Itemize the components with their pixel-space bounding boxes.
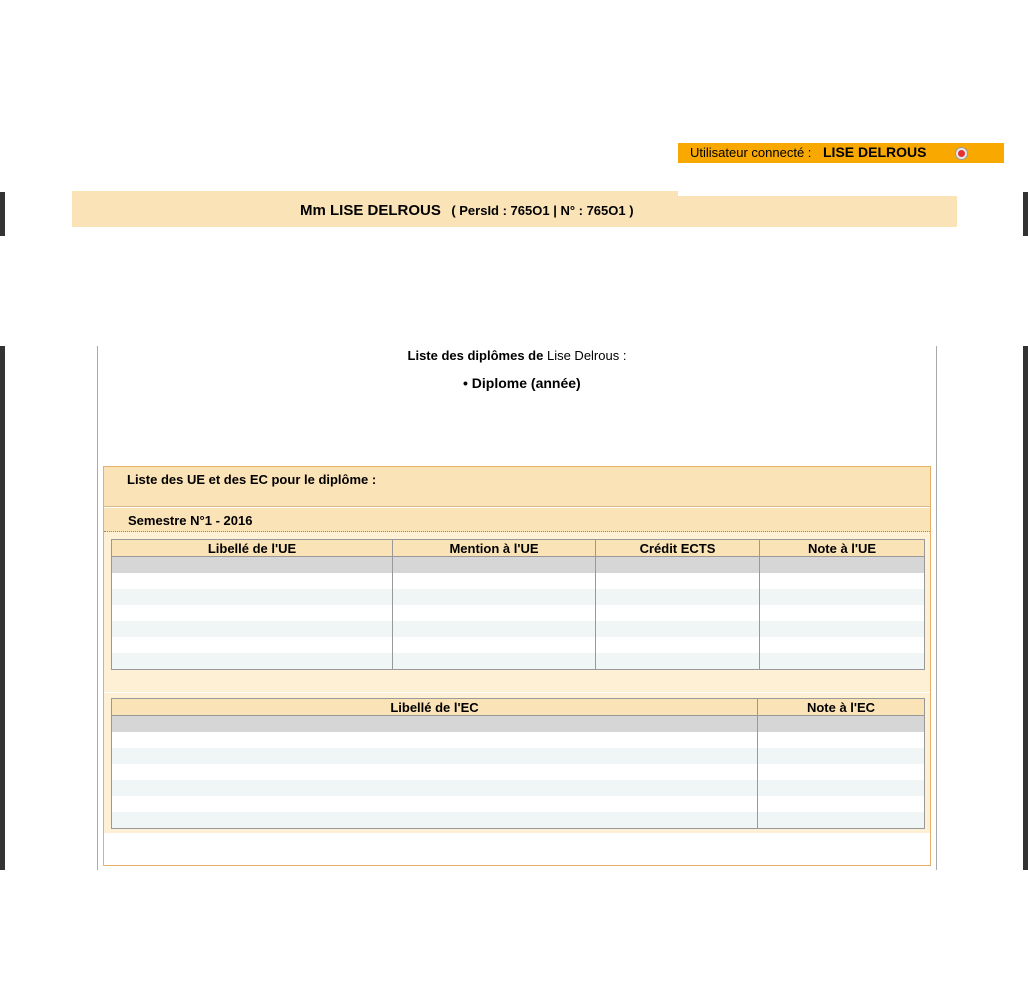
table-cell xyxy=(111,605,393,621)
ue-col-credit-ects[interactable]: Crédit ECTS xyxy=(595,539,760,557)
table-cell xyxy=(392,556,596,573)
table-cell xyxy=(392,653,596,670)
table-cell xyxy=(111,653,393,670)
person-ids: ( PersId : 765O1 | N° : 765O1 ) xyxy=(451,203,634,218)
table-cell xyxy=(111,556,393,573)
ue-col-note[interactable]: Note à l'UE xyxy=(759,539,925,557)
connected-user-label: Utilisateur connecté : xyxy=(690,145,812,160)
ue-ec-header: Liste des UE et des EC pour le diplôme : xyxy=(104,467,930,507)
table-cell xyxy=(757,748,925,764)
table-cell xyxy=(757,780,925,796)
person-banner: Mm LISE DELROUS ( PersId : 765O1 | N° : … xyxy=(72,191,957,227)
table-row[interactable] xyxy=(111,796,925,812)
table-cell xyxy=(111,715,758,732)
table-cell xyxy=(111,637,393,653)
table-cell xyxy=(111,796,758,812)
table-row[interactable] xyxy=(111,637,925,653)
table-cell xyxy=(392,573,596,589)
left-edge-bar-bottom xyxy=(0,346,5,870)
table-row[interactable] xyxy=(111,589,925,605)
diploma-list-person-name: Lise Delrous xyxy=(546,348,620,363)
table-row[interactable] xyxy=(111,764,925,780)
table-cell xyxy=(111,573,393,589)
table-row[interactable] xyxy=(111,605,925,621)
table-cell xyxy=(757,715,925,732)
table-cell xyxy=(392,605,596,621)
main-panel: Liste des diplômes de Lise Delrous : • D… xyxy=(97,346,937,870)
diploma-list-title-label: Liste des diplômes de xyxy=(407,348,544,363)
right-edge-bar-bottom xyxy=(1023,346,1028,870)
table-cell xyxy=(392,621,596,637)
table-cell xyxy=(111,748,758,764)
table-cell xyxy=(595,573,760,589)
table-row[interactable] xyxy=(111,653,925,670)
table-cell xyxy=(595,589,760,605)
person-name: Mm LISE DELROUS xyxy=(300,202,441,219)
diploma-list-title-suffix: : xyxy=(622,348,627,363)
table-cell xyxy=(757,796,925,812)
table-cell xyxy=(392,637,596,653)
table-row[interactable] xyxy=(111,748,925,764)
power-off-icon[interactable] xyxy=(955,147,968,160)
diploma-link[interactable]: • Diplome (année) xyxy=(463,375,581,391)
table-cell xyxy=(757,732,925,748)
semester-label: Semestre N°1 - 2016 xyxy=(128,513,253,528)
ec-col-note[interactable]: Note à l'EC xyxy=(757,698,925,716)
ue-ec-section: Liste des UE et des EC pour le diplôme :… xyxy=(103,466,931,866)
ec-table-header-row: Libellé de l'EC Note à l'EC xyxy=(111,698,925,716)
table-row[interactable] xyxy=(111,621,925,637)
table-cell xyxy=(595,621,760,637)
table-cell xyxy=(111,780,758,796)
right-edge-bar-top xyxy=(1023,192,1028,236)
diploma-list-title: Liste des diplômes de Lise Delrous : xyxy=(98,348,936,363)
table-row[interactable] xyxy=(111,780,925,796)
left-edge-bar-top xyxy=(0,192,5,236)
ue-ec-header-label: Liste des UE et des EC pour le diplôme : xyxy=(127,472,377,487)
table-cell xyxy=(759,605,925,621)
table-cell xyxy=(759,556,925,573)
table-cell xyxy=(595,556,760,573)
table-row[interactable] xyxy=(111,732,925,748)
table-cell xyxy=(595,653,760,670)
person-line: Mm LISE DELROUS ( PersId : 765O1 | N° : … xyxy=(300,202,634,220)
semester-header: Semestre N°1 - 2016 xyxy=(104,508,930,532)
table-cell xyxy=(759,637,925,653)
table-row[interactable] xyxy=(111,556,925,573)
table-cell xyxy=(759,573,925,589)
ue-col-mention[interactable]: Mention à l'UE xyxy=(392,539,596,557)
table-row[interactable] xyxy=(111,573,925,589)
table-cell xyxy=(111,589,393,605)
table-cell xyxy=(759,621,925,637)
table-cell xyxy=(757,812,925,829)
table-cell xyxy=(111,812,758,829)
table-cell xyxy=(111,732,758,748)
table-cell xyxy=(759,653,925,670)
connected-user-name: LISE DELROUS xyxy=(823,144,927,160)
ue-table-header-row: Libellé de l'UE Mention à l'UE Crédit EC… xyxy=(111,539,925,557)
table-row[interactable] xyxy=(111,812,925,829)
table-cell xyxy=(595,605,760,621)
table-cell xyxy=(759,589,925,605)
ue-table: Libellé de l'UE Mention à l'UE Crédit EC… xyxy=(111,539,925,670)
table-cell xyxy=(595,637,760,653)
table-cell xyxy=(111,764,758,780)
table-cell xyxy=(392,589,596,605)
table-cell xyxy=(757,764,925,780)
connected-user-bar: Utilisateur connecté : LISE DELROUS xyxy=(678,143,1004,163)
table-cell xyxy=(111,621,393,637)
ue-col-libelle[interactable]: Libellé de l'UE xyxy=(111,539,393,557)
ec-table: Libellé de l'EC Note à l'EC xyxy=(111,698,925,829)
table-row[interactable] xyxy=(111,715,925,732)
ec-col-libelle[interactable]: Libellé de l'EC xyxy=(111,698,758,716)
banner-notch xyxy=(678,191,957,196)
